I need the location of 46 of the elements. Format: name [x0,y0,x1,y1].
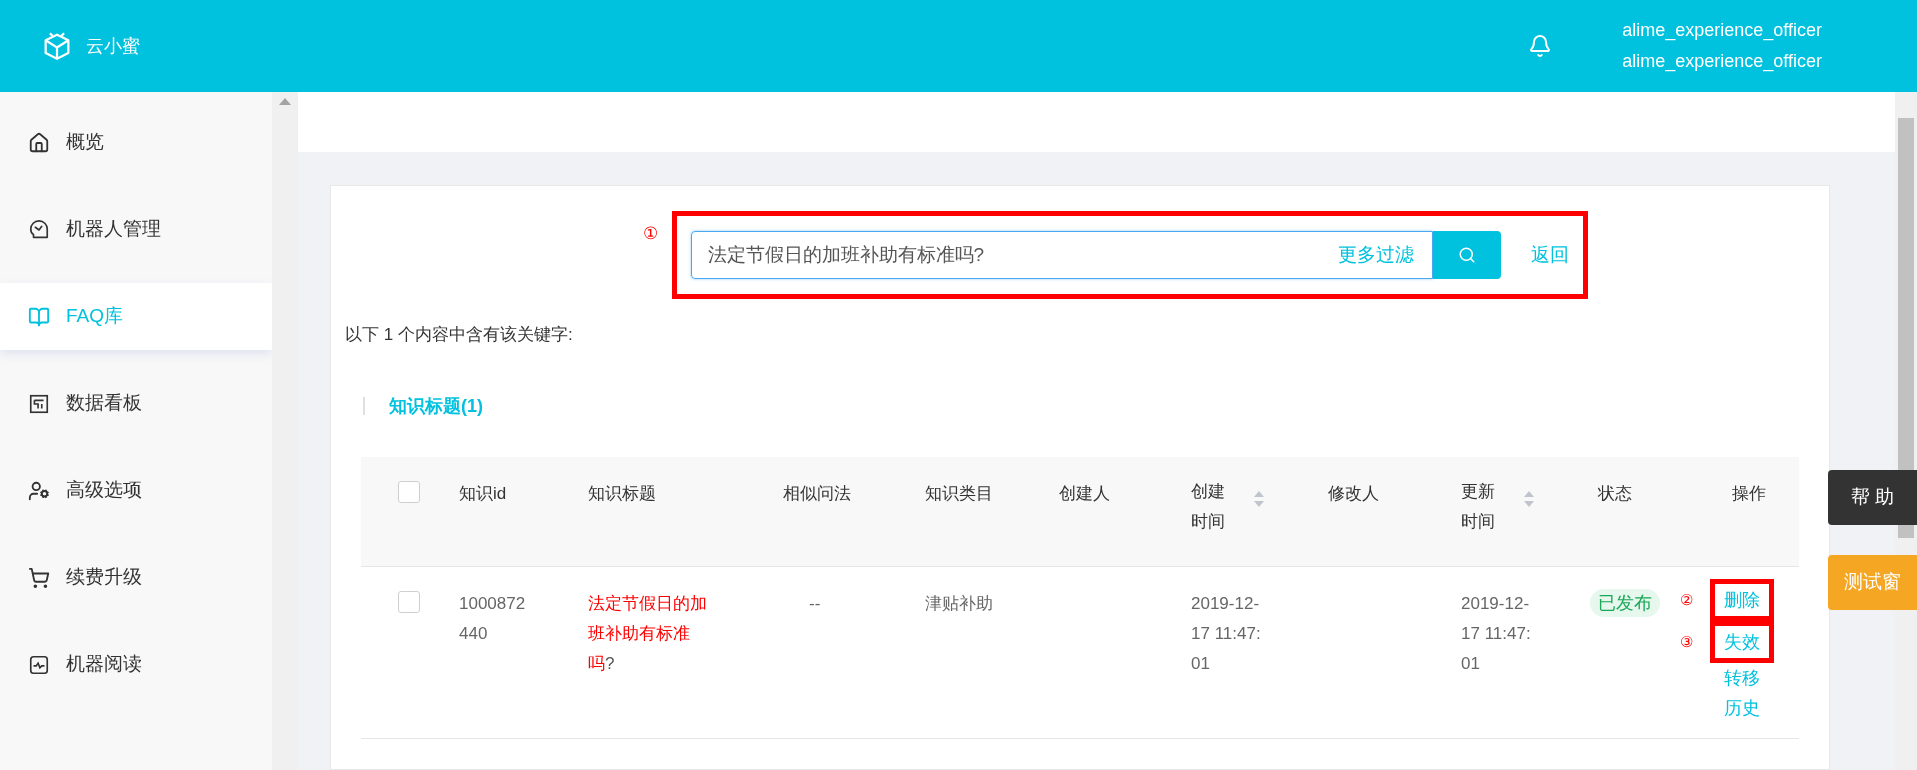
table-cell: -- [809,593,821,613]
annotation-number: ② [1680,589,1694,610]
knowledge-title-link[interactable]: 法定节假日的加班补助有标准吗? [588,588,713,679]
status-badge: 已发布 [1590,588,1660,617]
column-header: 修改人 [1328,482,1379,505]
head-icon [28,218,50,241]
user-name: alime_experience_officer [1622,19,1822,43]
column-header: 知识类目 [925,482,993,505]
column-header: 相似问法 [783,482,851,505]
sidebar-item[interactable]: 高级选项 [0,457,272,524]
sidebar-item[interactable]: 数据看板 [0,370,272,437]
bell-icon[interactable] [1528,34,1553,58]
search-field[interactable]: 法定节假日的加班补助有标准吗? 更多过滤 [690,231,1433,279]
search-button[interactable] [1432,231,1501,279]
result-summary: 以下 1 个内容中含有该关键字: [345,324,574,346]
table-cell-text: 1000872440 [459,592,527,645]
column-header: 知识标题 [588,482,656,505]
people-gear-icon [28,479,50,502]
brand-name: 云小蜜 [86,34,140,58]
house-icon [28,131,50,154]
column-header: 创建人 [1059,482,1110,505]
table-cell: 津贴补助 [925,593,993,613]
annotation-number: ① [642,223,658,245]
floating-button[interactable]: 帮 助 [1828,470,1917,525]
user-name: alime_experience_officer [1622,50,1822,74]
sidebar-item[interactable]: 机器人管理 [0,196,272,263]
annotation-number: ③ [1680,631,1694,652]
chart-board-icon [28,392,50,415]
sidebar-item[interactable]: 续费升级 [0,544,272,611]
table-cell-text: 2019-12-17 11:47:01 [1191,592,1262,675]
scroll-up-icon[interactable] [279,98,291,105]
scrollbar[interactable] [272,92,298,770]
sidebar-item[interactable]: 机器阅读 [0,631,272,698]
monitor-wave-icon [28,653,50,676]
column-header: 创建时间 [1191,480,1226,533]
cart-icon [28,566,50,589]
book-icon [28,305,50,328]
column-header: 更新时间 [1461,480,1496,533]
checkbox[interactable] [398,480,420,503]
table-cell-text: 2019-12-17 11:47:01 [1461,592,1532,675]
column-header: 状态 [1598,482,1632,505]
column-header: 操作 [1732,482,1766,505]
column-header: 知识id [459,482,507,505]
checkbox[interactable] [398,590,420,613]
sidebar-item[interactable]: 概览 [0,109,272,176]
search-icon [1457,246,1476,264]
